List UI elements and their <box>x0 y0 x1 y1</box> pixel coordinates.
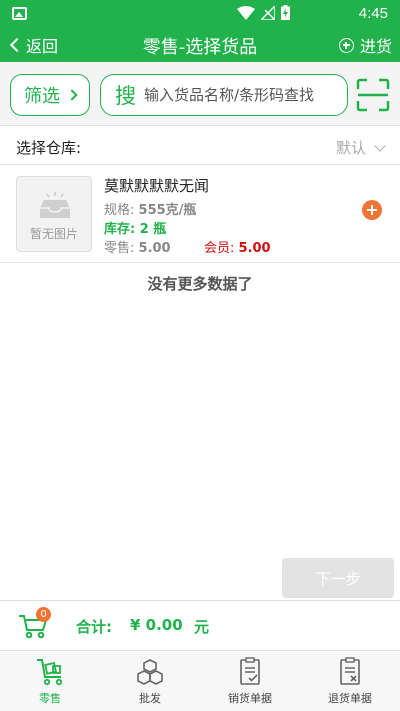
nav-label: 零售 <box>39 692 61 705</box>
total-label: 合计: <box>76 618 112 636</box>
warehouse-value: 默认 <box>335 139 366 157</box>
wifi-icon <box>237 5 255 20</box>
search-box[interactable]: 搜 <box>100 74 348 116</box>
product-list-item[interactable]: 暂无图片 莫默默默默无闻 规格: 555克/瓶 库存: 2 瓶 零售: 5.00… <box>0 166 400 263</box>
nav-label: 销货单据 <box>228 692 272 705</box>
search-label: 搜 <box>115 84 136 108</box>
product-member-price: 会员: 5.00 <box>204 237 271 256</box>
chevron-right-icon <box>66 89 78 101</box>
clock: 4:45 <box>358 5 388 22</box>
bottom-nav: 零售 批发 销货单据 退货单据 <box>0 650 400 711</box>
filter-label: 筛选 <box>24 86 60 107</box>
next-step-button[interactable]: 下一步 <box>282 558 394 598</box>
warehouse-row: 选择仓库: 默认 <box>0 127 400 165</box>
nav-wholesale[interactable]: 批发 <box>100 651 200 711</box>
sales-doc-icon <box>240 657 260 685</box>
product-spec: 规格: 555克/瓶 <box>104 199 196 218</box>
chevron-down-icon <box>374 139 386 152</box>
restock-label: 进货 <box>359 37 392 56</box>
restock-button[interactable]: 进货 <box>338 32 392 58</box>
warehouse-label: 选择仓库: <box>16 139 82 157</box>
no-image-tray-icon <box>40 192 70 218</box>
scan-barcode-icon[interactable] <box>356 78 390 112</box>
nav-retail[interactable]: 零售 <box>0 651 100 711</box>
total-amount: ¥ 0.00 <box>130 616 183 634</box>
member-label: 会员: <box>204 241 235 256</box>
spec-label: 规格: <box>104 203 135 218</box>
stock-value: 2 瓶 <box>139 222 167 237</box>
title-bar: 返回 零售-选择货品 进货 <box>0 28 400 62</box>
chevron-left-icon <box>9 37 25 53</box>
retail-value: 5.00 <box>138 241 171 256</box>
plus-circle-icon <box>338 37 354 53</box>
retail-cart-icon <box>37 659 63 686</box>
nav-label: 退货单据 <box>328 692 372 705</box>
spec-value: 555克/瓶 <box>138 203 197 218</box>
product-thumbnail: 暂无图片 <box>16 176 92 252</box>
product-stock: 库存: 2 瓶 <box>104 218 166 237</box>
back-label: 返回 <box>26 37 59 56</box>
retail-label: 零售: <box>104 241 135 256</box>
list-end-text: 没有更多数据了 <box>147 275 253 293</box>
member-value: 5.00 <box>238 241 271 256</box>
status-bar: 4:45 <box>0 0 400 28</box>
return-doc-icon <box>340 657 360 685</box>
wholesale-boxes-icon <box>137 659 163 685</box>
total-unit: 元 <box>194 618 210 636</box>
cart-count-badge: 0 <box>36 607 51 622</box>
search-bar: 筛选 搜 <box>0 62 400 126</box>
no-image-text: 暂无图片 <box>29 227 78 241</box>
nav-sales-documents[interactable]: 销货单据 <box>200 651 300 711</box>
product-retail-price: 零售: 5.00 <box>104 237 171 256</box>
gallery-notification-icon <box>12 7 27 20</box>
warehouse-select[interactable]: 默认 <box>335 137 386 158</box>
no-signal-icon <box>261 5 275 20</box>
cart-total-bar: 0 合计: ¥ 0.00 元 <box>0 600 400 650</box>
stock-label: 库存: <box>104 222 136 237</box>
battery-charging-icon <box>281 5 290 20</box>
back-button[interactable]: 返回 <box>6 32 58 58</box>
nav-label: 批发 <box>139 692 161 705</box>
filter-button[interactable]: 筛选 <box>10 74 90 116</box>
product-name: 莫默默默默无闻 <box>104 177 210 195</box>
system-icons <box>237 5 290 20</box>
add-to-cart-button[interactable] <box>362 200 382 220</box>
search-input[interactable] <box>144 86 334 104</box>
nav-return-documents[interactable]: 退货单据 <box>300 651 400 711</box>
